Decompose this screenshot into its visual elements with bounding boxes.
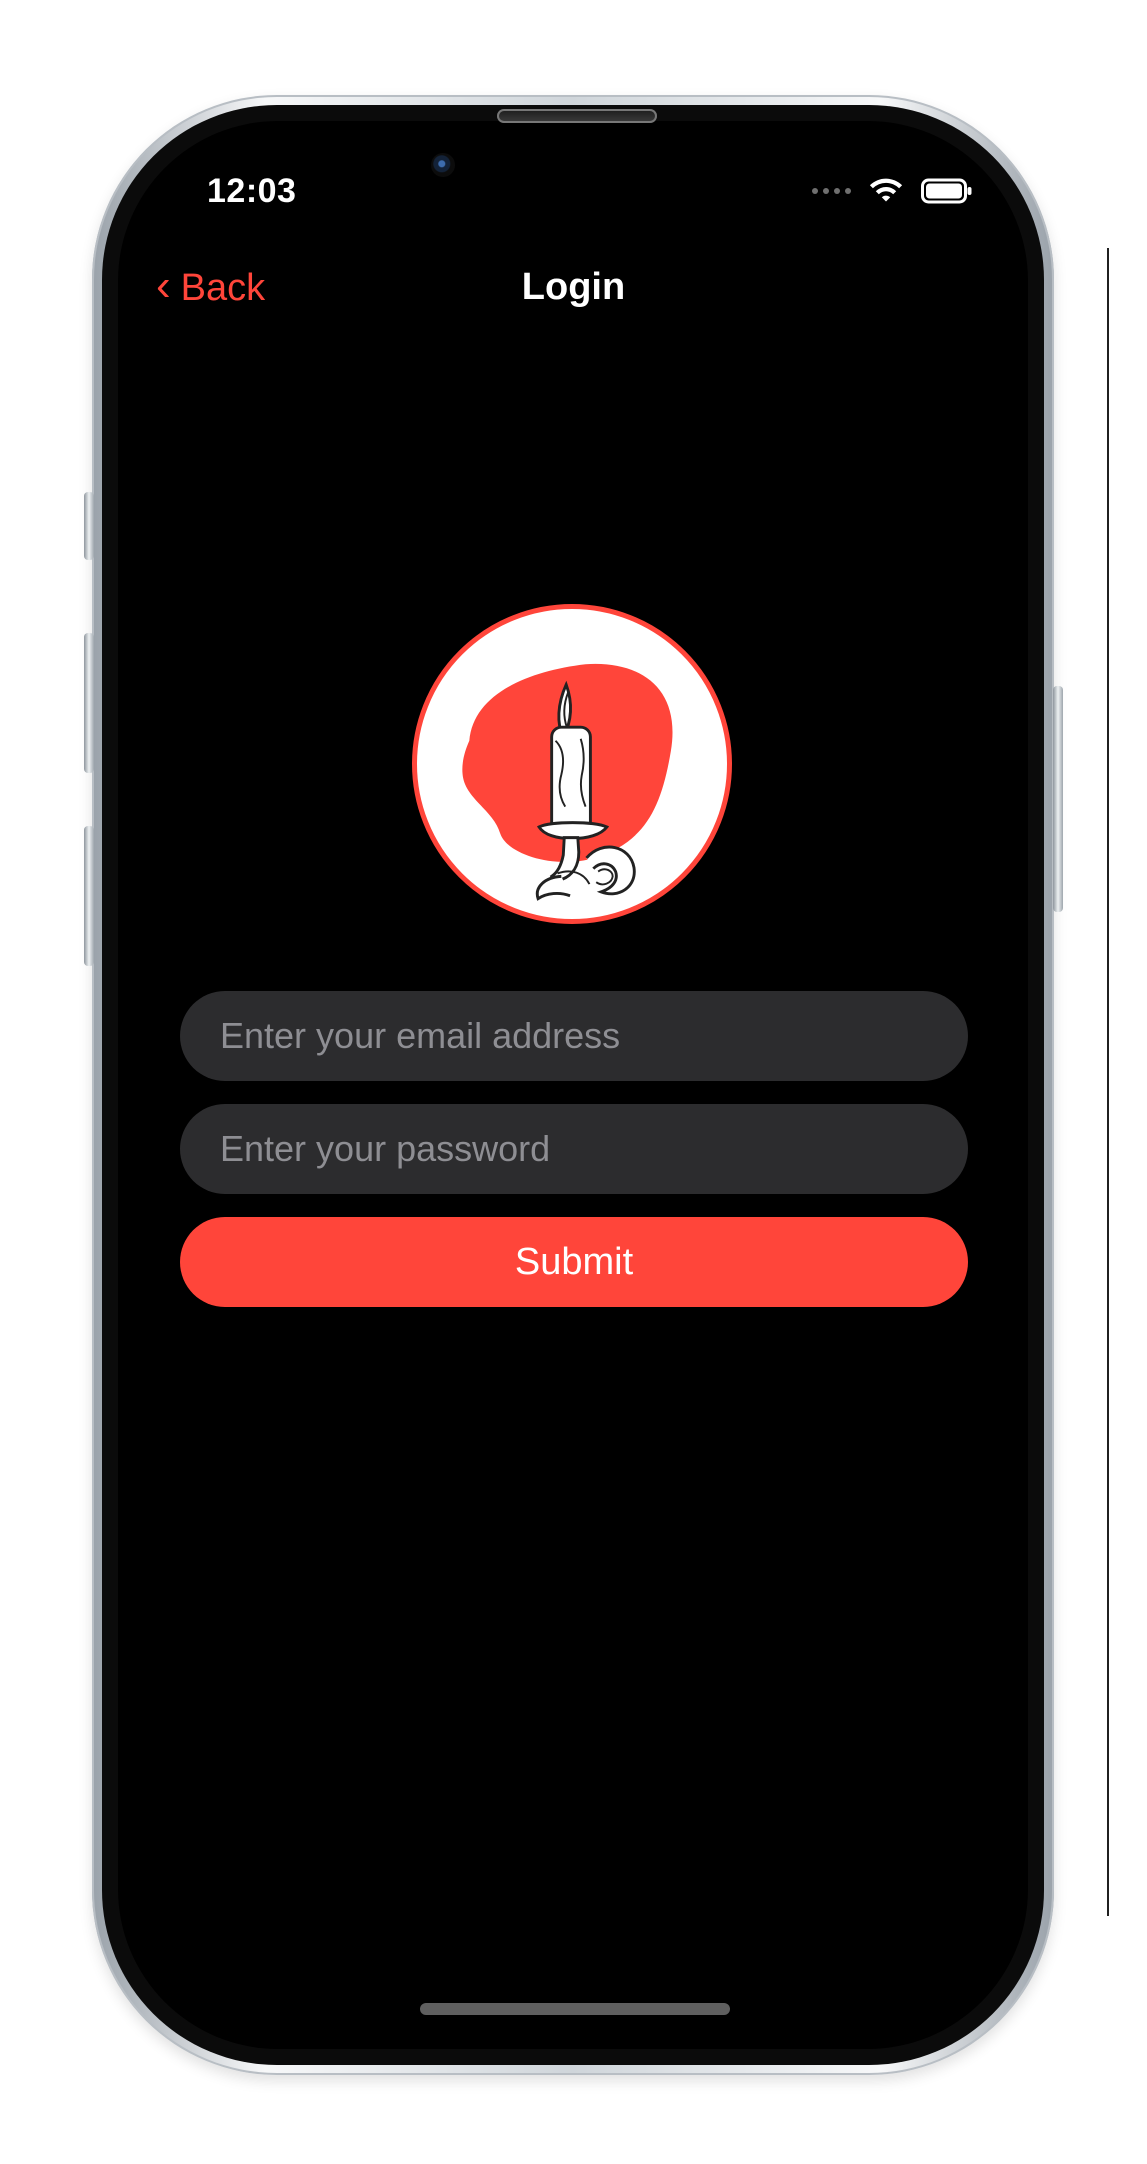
status-time: 12:03	[207, 172, 297, 210]
app-logo	[412, 604, 732, 924]
home-indicator	[420, 2003, 730, 2015]
page-title: Login	[521, 266, 626, 308]
speaker-grille	[497, 109, 657, 123]
volume-down-button	[84, 826, 94, 966]
signal-dot	[834, 188, 840, 194]
phone-screen	[118, 121, 1028, 2049]
candle-logo-icon	[462, 663, 673, 901]
battery-icon	[921, 177, 973, 205]
front-camera-icon	[431, 153, 455, 177]
status-icons	[812, 177, 973, 205]
phone-bezel	[102, 105, 1044, 2065]
email-input[interactable]: Enter your email address	[180, 991, 968, 1081]
navigation-bar: ‹ Back Login	[0, 264, 1147, 336]
signal-dot	[823, 188, 829, 194]
submit-button[interactable]: Submit	[180, 1217, 968, 1307]
phone-device-frame	[92, 95, 1054, 2075]
password-input[interactable]: Enter your password	[180, 1104, 968, 1194]
signal-dot	[845, 188, 851, 194]
wifi-icon	[867, 177, 905, 205]
silent-switch	[84, 492, 94, 560]
volume-up-button	[84, 633, 94, 773]
screen-edge-highlight	[1107, 248, 1109, 1916]
signal-dots-icon	[812, 188, 851, 194]
signal-dot	[812, 188, 818, 194]
power-button	[1053, 686, 1063, 912]
